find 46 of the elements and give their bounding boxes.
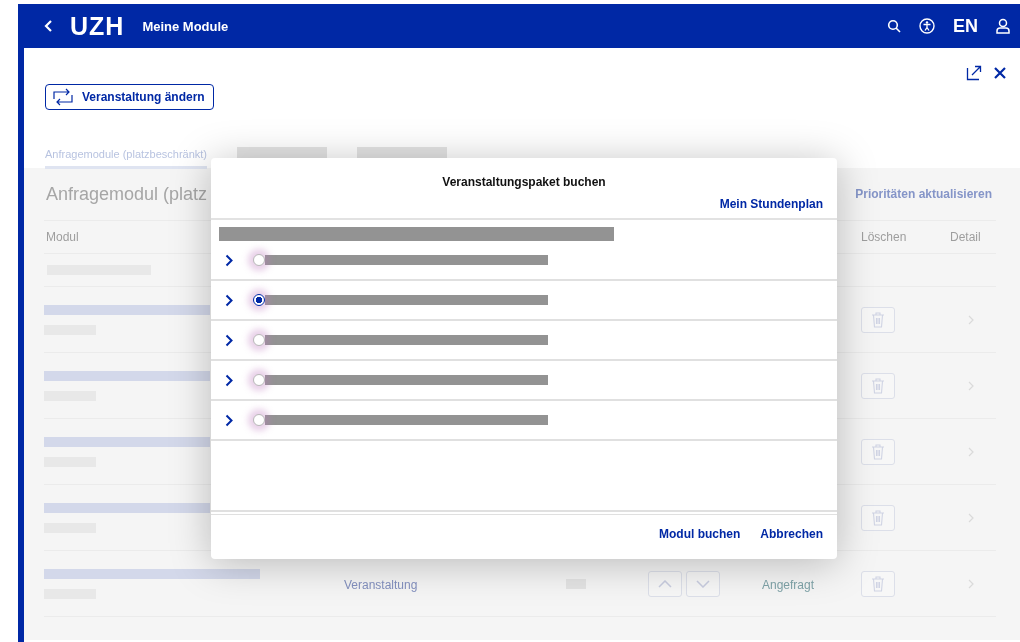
chevron-right-icon[interactable] (225, 293, 233, 307)
trash-icon (871, 443, 885, 460)
radio-button[interactable] (253, 294, 265, 306)
trash-icon (871, 311, 885, 328)
delete-button[interactable] (861, 372, 895, 399)
radio-button[interactable] (253, 414, 265, 426)
delete-button[interactable] (861, 570, 895, 597)
chevron-right-icon[interactable] (225, 413, 233, 427)
swap-icon (52, 88, 74, 106)
delete-button[interactable] (861, 306, 895, 333)
chevron-right-icon[interactable] (225, 333, 233, 347)
logo: UZH (70, 11, 125, 41)
delete-button[interactable] (861, 504, 895, 531)
close-icon[interactable] (994, 67, 1006, 79)
column-header: Löschen (860, 230, 908, 244)
cell-placeholder (566, 578, 586, 589)
cancel-button[interactable]: Abbrechen (760, 525, 823, 543)
language-button[interactable]: EN (953, 15, 978, 37)
move-up-button[interactable] (648, 570, 682, 597)
move-down-button[interactable] (686, 570, 720, 597)
radio-button[interactable] (253, 374, 265, 386)
status-text: Angefragt (761, 577, 815, 592)
radio-button[interactable] (253, 334, 265, 346)
dialog-title: Veranstaltungspaket buchen (441, 175, 607, 189)
trash-icon (871, 575, 885, 592)
delete-button[interactable] (861, 438, 895, 465)
trash-icon (871, 509, 885, 526)
accessibility-icon[interactable] (919, 18, 935, 34)
chevron-right-icon[interactable] (225, 253, 233, 267)
expand-icon[interactable] (966, 65, 982, 81)
trash-icon (871, 377, 885, 394)
change-event-button[interactable]: Veranstaltung ändern (45, 84, 214, 110)
column-header: Detail (949, 230, 982, 244)
book-module-button[interactable]: Modul buchen (659, 525, 741, 543)
back-icon[interactable] (44, 19, 54, 33)
caret-down-icon (696, 579, 710, 588)
chevron-right-icon[interactable] (225, 373, 233, 387)
user-icon[interactable] (996, 18, 1010, 34)
my-timetable-link[interactable]: Mein Stundenplan (719, 197, 823, 211)
panel-title: Anfragemodul (platz (45, 183, 208, 205)
table-cell: Veranstaltung (344, 577, 418, 592)
caret-up-icon (658, 579, 672, 588)
page-title: Meine Module (142, 18, 229, 34)
search-icon[interactable] (887, 19, 901, 33)
column-header: Modul (45, 230, 80, 244)
radio-button[interactable] (253, 254, 265, 266)
